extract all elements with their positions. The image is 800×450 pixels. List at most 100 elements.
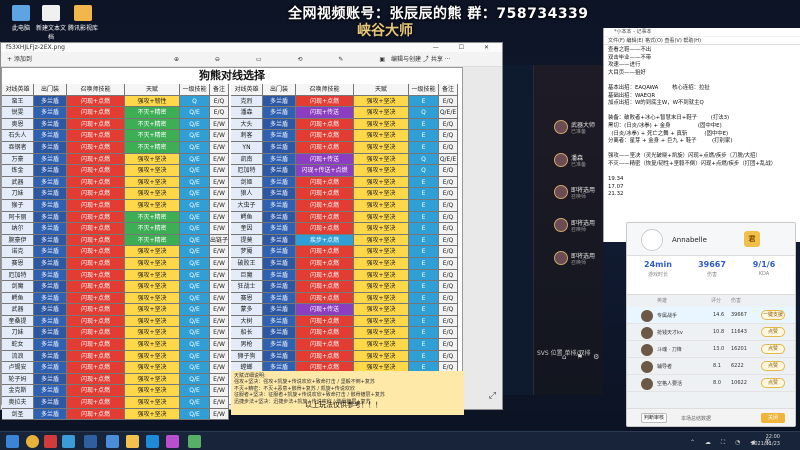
folder-icon[interactable] <box>62 435 75 448</box>
clock-date: 2021/11/23 <box>751 441 780 447</box>
stat-damage: 39667 伤害 <box>687 260 737 278</box>
table-cell: E/Q <box>439 281 458 293</box>
add-to-button[interactable]: + 添加到 <box>7 52 32 67</box>
notepad-text[interactable]: 查看之鞋——不出 双击毕业——不带 攻速——进行 大目页——狙好 基本出招：EA… <box>604 45 800 201</box>
table-cell: 多兰盾 <box>263 292 296 305</box>
table-cell: 多兰盾 <box>263 327 296 340</box>
lobby-action-icons[interactable]: ⌂ ⚑ ⚙ <box>562 353 603 361</box>
table-cell: E/W <box>210 315 229 328</box>
table-cell: E/Q <box>210 95 229 108</box>
app-icon[interactable] <box>126 435 139 448</box>
edit-share-tools[interactable]: 编辑与创建 ⤴ 共享 ··· <box>391 52 450 67</box>
taskbar: ⌃ ☁ ⛶ ◔ ◀ 英 22:00 2021/11/23 <box>0 431 800 450</box>
table-cell: 闪现+点燃 <box>296 199 354 212</box>
table-cell: 闪现+点燃 <box>67 292 125 305</box>
computer-icon <box>12 5 30 21</box>
table-cell: YN <box>231 141 263 154</box>
table-cell: 闪现+点燃 <box>67 281 125 293</box>
table-cell: 多兰盾 <box>34 362 67 374</box>
table-cell: 多兰盾 <box>34 176 67 189</box>
table-cell: E/W <box>210 339 229 351</box>
stat-duration: 24min 游戏时长 <box>633 260 683 278</box>
desktop-icon-label: 腾讯影视库 <box>67 25 98 32</box>
player-name: Annabelle <box>672 236 707 244</box>
table-cell: 大虫子 <box>231 199 263 212</box>
table-cell: 强攻+坚决 <box>354 199 409 212</box>
table-cell: 闪现+点燃 <box>296 130 354 142</box>
like-button[interactable]: 点赞 <box>761 361 785 371</box>
desktop-icon-text-document[interactable]: 新建文本文档 <box>34 5 68 41</box>
table-cell: Q/E <box>180 292 210 305</box>
table-cell: 强攻+韧性 <box>125 95 180 108</box>
app-icon[interactable] <box>44 435 57 448</box>
chrome-icon[interactable] <box>26 435 39 448</box>
table-cell: 强攻+坚决 <box>354 292 409 305</box>
table-cell: Q/E <box>180 362 210 374</box>
table-cell: 巨魔 <box>231 269 263 282</box>
app-icon[interactable] <box>146 435 159 448</box>
table-cell: 强攻+坚决 <box>125 397 180 409</box>
like-button[interactable]: 一键支援 <box>761 310 785 320</box>
table-cell: E/W <box>210 385 229 398</box>
zoom-tools[interactable]: ⊕ ⊖ ▭ ⟲ ✎ ▣ <box>174 52 402 67</box>
desktop-icon-video-library[interactable]: 腾讯影视库 <box>66 5 100 32</box>
table-cell: 闪现+点燃 <box>67 223 125 235</box>
table-cell: E <box>409 188 439 200</box>
table-cell: 多兰盾 <box>34 339 67 351</box>
table-cell: 闪现+点燃 <box>67 327 125 340</box>
table-cell: 不灭+精密 <box>125 107 180 119</box>
table-cell: 强攻+坚决 <box>354 269 409 282</box>
table-cell: 强攻+坚决 <box>354 141 409 154</box>
table-cell: 强攻+坚决 <box>125 315 180 328</box>
table-cell: 多兰盾 <box>34 141 67 154</box>
avatar <box>641 310 653 322</box>
close-button[interactable]: 关闭 <box>761 413 785 423</box>
table-cell: E/W <box>210 257 229 270</box>
like-button[interactable]: 点赞 <box>761 327 785 337</box>
table-cell: 强攻+坚决 <box>125 188 180 200</box>
champion-avatar <box>554 185 568 199</box>
table-cell: 蛇女 <box>2 339 34 351</box>
table-cell: 刺客 <box>231 130 263 142</box>
window-controls[interactable]: — ☐ ✕ <box>433 43 498 52</box>
stat-label: 游戏时长 <box>647 272 668 278</box>
column-header: 评分 <box>711 298 722 304</box>
table-cell: 阿卡丽 <box>2 211 34 224</box>
column-header: 伤害 <box>731 298 742 304</box>
windows-start-icon[interactable] <box>6 435 19 448</box>
app-icon[interactable] <box>106 435 119 448</box>
table-cell: 厄加特 <box>2 269 34 282</box>
player-row-score: 8.0 <box>713 380 721 386</box>
table-cell: 多兰盾 <box>34 118 67 131</box>
table-cell: E <box>409 141 439 154</box>
table-cell: E <box>409 292 439 305</box>
expand-icon[interactable]: ⤢ <box>489 391 496 401</box>
table-cell: 剑魔 <box>2 281 34 293</box>
app-icon[interactable] <box>166 435 179 448</box>
table-cell: 多兰盾 <box>263 107 296 119</box>
table-cell: 武器 <box>2 304 34 316</box>
app-icon[interactable] <box>84 435 97 448</box>
table-cell: E/W <box>210 165 229 177</box>
stat-label: KDA <box>758 271 770 277</box>
viewer-toolbar: + 添加到 ⊕ ⊖ ▭ ⟲ ✎ ▣ 编辑与创建 ⤴ 共享 ··· <box>1 52 502 67</box>
table-cell: 闪现+点燃 <box>67 304 125 316</box>
review-button[interactable]: 判断审核 <box>641 413 667 423</box>
table-cell: 强攻+坚决 <box>354 257 409 270</box>
table-cell: E/W <box>210 292 229 305</box>
desktop-icon-this-pc[interactable]: 此电脑 <box>4 5 38 32</box>
like-button[interactable]: 点赞 <box>761 378 785 388</box>
table-cell: Q <box>409 165 439 177</box>
match-summary-card: Annabelle 君 24min 游戏时长 39667 伤害 9/1/6 KD… <box>626 222 796 427</box>
notepad-menu[interactable]: 文件(F) 编辑(E) 格式(O) 查看(V) 帮助(H) <box>604 37 800 45</box>
app-icon[interactable] <box>188 435 201 448</box>
clock[interactable]: 22:00 2021/11/23 <box>751 434 780 448</box>
column-header: 一级技能 <box>180 84 210 96</box>
like-button[interactable]: 点赞 <box>761 344 785 354</box>
table-cell: Q/E <box>180 269 210 282</box>
table-cell: 刀妹 <box>2 188 34 200</box>
table-cell: E/Q <box>439 176 458 189</box>
table-cell: 闪现+传送 <box>296 304 354 316</box>
image-canvas: 狗熊对线选择 对线英雄 出门装 召唤师技能 天赋 一级技能 备注 蛮王 多兰盾 闪现+点燃 强攻+… <box>1 67 502 421</box>
table-cell: Q/E <box>180 327 210 340</box>
